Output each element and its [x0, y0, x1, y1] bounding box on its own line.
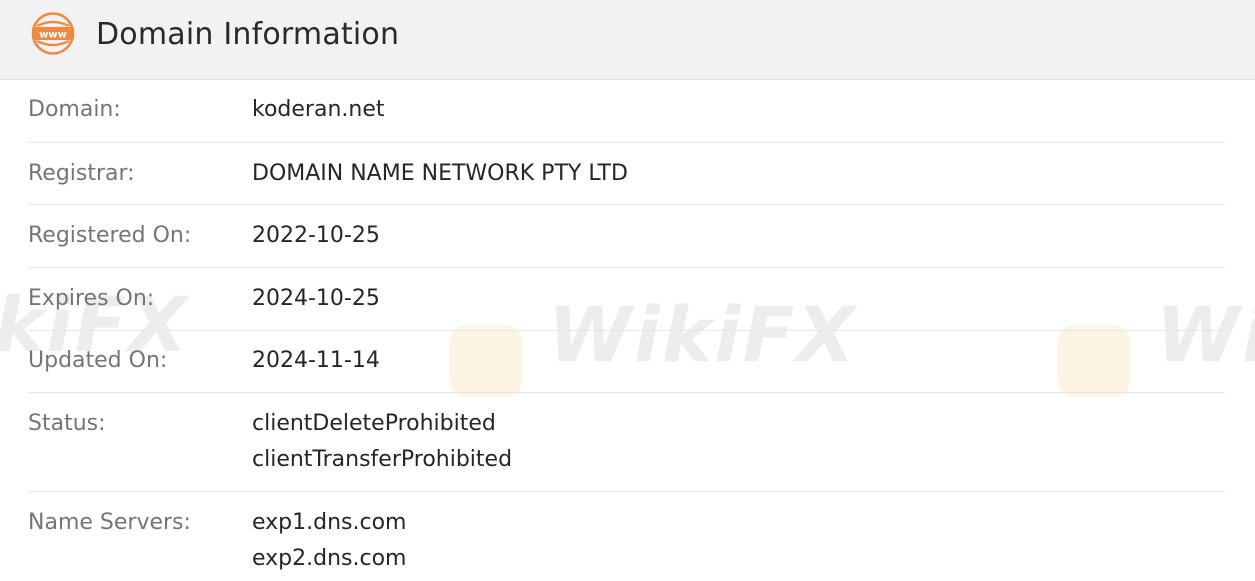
row-label: Name Servers:: [28, 510, 191, 535]
row-value: DOMAIN NAME NETWORK PTY LTD: [252, 161, 628, 186]
row-value: 2024-10-25: [252, 286, 380, 311]
row-label: Domain:: [28, 97, 121, 122]
row-divider: [28, 330, 1225, 331]
row-label: Status:: [28, 411, 106, 436]
row-label: Expires On:: [28, 286, 155, 311]
row-label: Updated On:: [28, 348, 168, 373]
row-value: clientTransferProhibited: [252, 447, 513, 472]
row-divider: [28, 204, 1225, 205]
watermark-text: WikiFX: [548, 290, 857, 379]
section-header: www Domain Information: [0, 0, 1255, 80]
row-value: exp1.dns.com: [252, 510, 407, 535]
row-divider: [28, 392, 1225, 393]
row-value: exp2.dns.com: [252, 546, 407, 571]
row-value: clientDeleteProhibited: [252, 411, 496, 436]
row-divider: [28, 491, 1225, 492]
svg-text:www: www: [39, 30, 67, 41]
watermark: WikiFX WikiFX WikiFX WikiFX WikiFX: [0, 0, 1255, 581]
row-label: Registrar:: [28, 161, 135, 186]
row-label: Registered On:: [28, 223, 192, 248]
row-value: 2022-10-25: [252, 223, 380, 248]
watermark-logo-icon: [1058, 325, 1130, 397]
section-title: Domain Information: [96, 17, 400, 52]
row-divider: [28, 142, 1225, 143]
watermark-text: WikiFX: [1156, 290, 1255, 379]
www-globe-icon: www: [29, 12, 77, 55]
row-divider: [28, 267, 1225, 268]
watermark-logo-icon: [450, 325, 522, 397]
row-value: koderan.net: [252, 97, 385, 122]
row-value: 2024-11-14: [252, 348, 380, 373]
